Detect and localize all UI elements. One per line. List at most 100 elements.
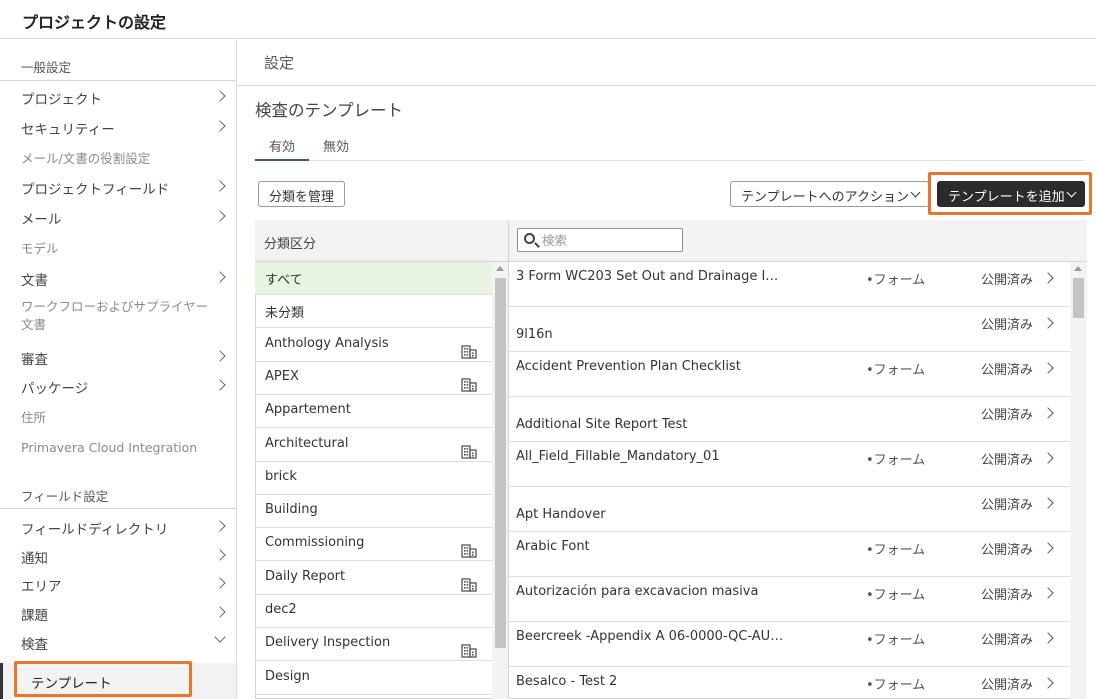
sidebar-item-label: フィールドディレクトリ (21, 522, 169, 538)
building-icon (461, 444, 477, 459)
sidebar-item-label: Primavera Cloud Integration (21, 440, 198, 455)
template-type: •フォーム (866, 543, 926, 558)
sidebar-item-field-directory[interactable]: フィールドディレクトリ (0, 514, 236, 540)
category-label: Design (265, 668, 310, 684)
add-template-label: テンプレートを追加 (948, 190, 1065, 205)
template-name: 9l16n (516, 327, 553, 342)
template-actions-label: テンプレートへのアクション (741, 190, 909, 205)
chevron-down-icon (1066, 187, 1077, 198)
chevron-right-icon[interactable] (1042, 542, 1054, 554)
template-row[interactable]: Besalco - Test 2 •フォーム 公開済み (509, 667, 1070, 699)
template-row[interactable]: 9l16n 公開済み (509, 307, 1070, 352)
chevron-right-icon[interactable] (1042, 272, 1054, 284)
chevron-right-icon (214, 379, 226, 391)
template-scrollbar[interactable] (1070, 262, 1087, 699)
template-name: Accident Prevention Plan Checklist (516, 359, 741, 374)
sidebar-item-label: メール/文書の役割設定 (21, 151, 151, 166)
category-row[interactable]: dec2 (255, 595, 492, 628)
chevron-right-icon (214, 350, 226, 362)
template-row[interactable]: Autorización para excavacion masiva •フォーム… (509, 577, 1070, 622)
scroll-up-icon[interactable] (496, 266, 504, 271)
sidebar-item-security[interactable]: セキュリティー (0, 114, 236, 140)
tab-active[interactable]: 有効 (269, 136, 295, 155)
template-row[interactable]: Accident Prevention Plan Checklist •フォーム 公… (509, 352, 1070, 397)
section-title: 検査のテンプレート (255, 101, 404, 120)
category-label: dec2 (265, 602, 297, 617)
chevron-right-icon[interactable] (1042, 677, 1054, 689)
manage-categories-button[interactable]: 分類を管理 (258, 181, 346, 207)
template-name: Besalco - Test 2 (516, 674, 618, 689)
category-row[interactable]: Commissioning (255, 528, 492, 562)
scroll-up-icon[interactable] (1074, 266, 1082, 271)
sidebar-item-notifications[interactable]: 通知 (0, 543, 236, 569)
sidebar-divider (0, 508, 236, 509)
category-row[interactable]: brick (255, 462, 492, 495)
category-label: brick (265, 468, 297, 484)
building-icon (461, 344, 477, 359)
chevron-right-icon (214, 120, 226, 132)
category-row[interactable]: Building (255, 495, 492, 529)
sidebar: 一般設定 プロジェクト セキュリティー メール/文書の役割設定 プロジェクトフィ… (0, 39, 237, 699)
category-row[interactable]: すべて (255, 262, 492, 295)
sidebar-item-inspections[interactable]: 検査 (0, 629, 236, 655)
chevron-right-icon[interactable] (1042, 407, 1054, 419)
chevron-right-icon[interactable] (1042, 452, 1054, 464)
sidebar-item-project-fields[interactable]: プロジェクトフィールド (0, 174, 236, 200)
template-row[interactable]: Apt Handover 公開済み (509, 487, 1070, 532)
template-status: 公開済み (981, 408, 1034, 423)
template-list: 3 Form WC203 Set Out and Drainage Instru… (509, 262, 1070, 699)
chevron-right-icon (214, 520, 226, 532)
sidebar-item-model: モデル (0, 234, 236, 260)
template-row[interactable]: Additional Site Report Test 公開済み (509, 397, 1070, 442)
sidebar-item-review[interactable]: 審査 (0, 344, 236, 370)
category-row[interactable]: Design (255, 662, 492, 695)
category-list: すべて 未分類 Anthology Analysis APEX Appartement A… (255, 262, 492, 699)
category-row[interactable]: Architectural (255, 429, 492, 462)
chevron-right-icon[interactable] (1042, 317, 1054, 329)
chevron-right-icon[interactable] (1042, 362, 1054, 374)
chevron-right-icon (214, 577, 226, 589)
scrollbar-thumb[interactable] (495, 278, 506, 648)
category-row[interactable]: Anthology Analysis (255, 329, 492, 362)
template-actions-button[interactable]: テンプレートへのアクション (730, 181, 929, 207)
search-box[interactable] (517, 228, 683, 252)
tab-inactive[interactable]: 無効 (323, 136, 349, 155)
template-row[interactable]: Arabic Font •フォーム 公開済み (509, 532, 1070, 577)
sidebar-item-documents[interactable]: 文書 (0, 265, 236, 291)
chevron-right-icon (214, 549, 226, 561)
sidebar-item-mail[interactable]: メール (0, 204, 236, 230)
category-label: Commissioning (265, 535, 365, 551)
template-name: Apt Handover (516, 507, 606, 522)
category-row[interactable]: Daily Report (255, 562, 492, 595)
sidebar-item-mail-doc-roles: メール/文書の役割設定 (0, 144, 236, 170)
template-row[interactable]: All_Field_Fillable_Mandatory_01 •フォーム 公開済み (509, 442, 1070, 487)
category-row[interactable]: Delivery Inspection (255, 628, 492, 662)
search-icon (524, 233, 535, 244)
category-scrollbar[interactable] (492, 262, 509, 699)
sidebar-item-areas[interactable]: エリア (0, 571, 236, 597)
template-status: 公開済み (981, 453, 1034, 468)
sidebar-item-label: パッケージ (21, 381, 89, 397)
sidebar-item-label: モデル (21, 241, 59, 256)
sidebar-item-packages[interactable]: パッケージ (0, 373, 236, 399)
category-row[interactable]: Appartement (255, 395, 492, 429)
template-status: 公開済み (981, 543, 1034, 558)
scrollbar-thumb[interactable] (1073, 278, 1084, 318)
chevron-right-icon[interactable] (1042, 587, 1054, 599)
search-input[interactable] (542, 231, 677, 249)
chevron-right-icon[interactable] (1042, 632, 1054, 644)
sidebar-subitem-templates[interactable]: テンプレート (0, 663, 236, 699)
category-label: Building (265, 502, 318, 518)
category-label: APEX (265, 368, 299, 384)
chevron-right-icon[interactable] (1042, 497, 1054, 509)
category-row[interactable]: APEX (255, 362, 492, 395)
tab-active-indicator (255, 159, 309, 161)
sidebar-item-issues[interactable]: 課題 (0, 600, 236, 626)
category-row[interactable]: 未分類 (255, 295, 492, 329)
add-template-button[interactable]: テンプレートを追加 (937, 181, 1085, 207)
template-type: •フォーム (866, 633, 926, 648)
template-row[interactable]: 3 Form WC203 Set Out and Drainage Instru… (509, 262, 1070, 307)
template-row[interactable]: Beercreek -Appendix A 06-0000-QC-AUD-00.… (509, 622, 1070, 667)
sidebar-item-project[interactable]: プロジェクト (0, 84, 236, 110)
template-type: •フォーム (866, 588, 926, 603)
